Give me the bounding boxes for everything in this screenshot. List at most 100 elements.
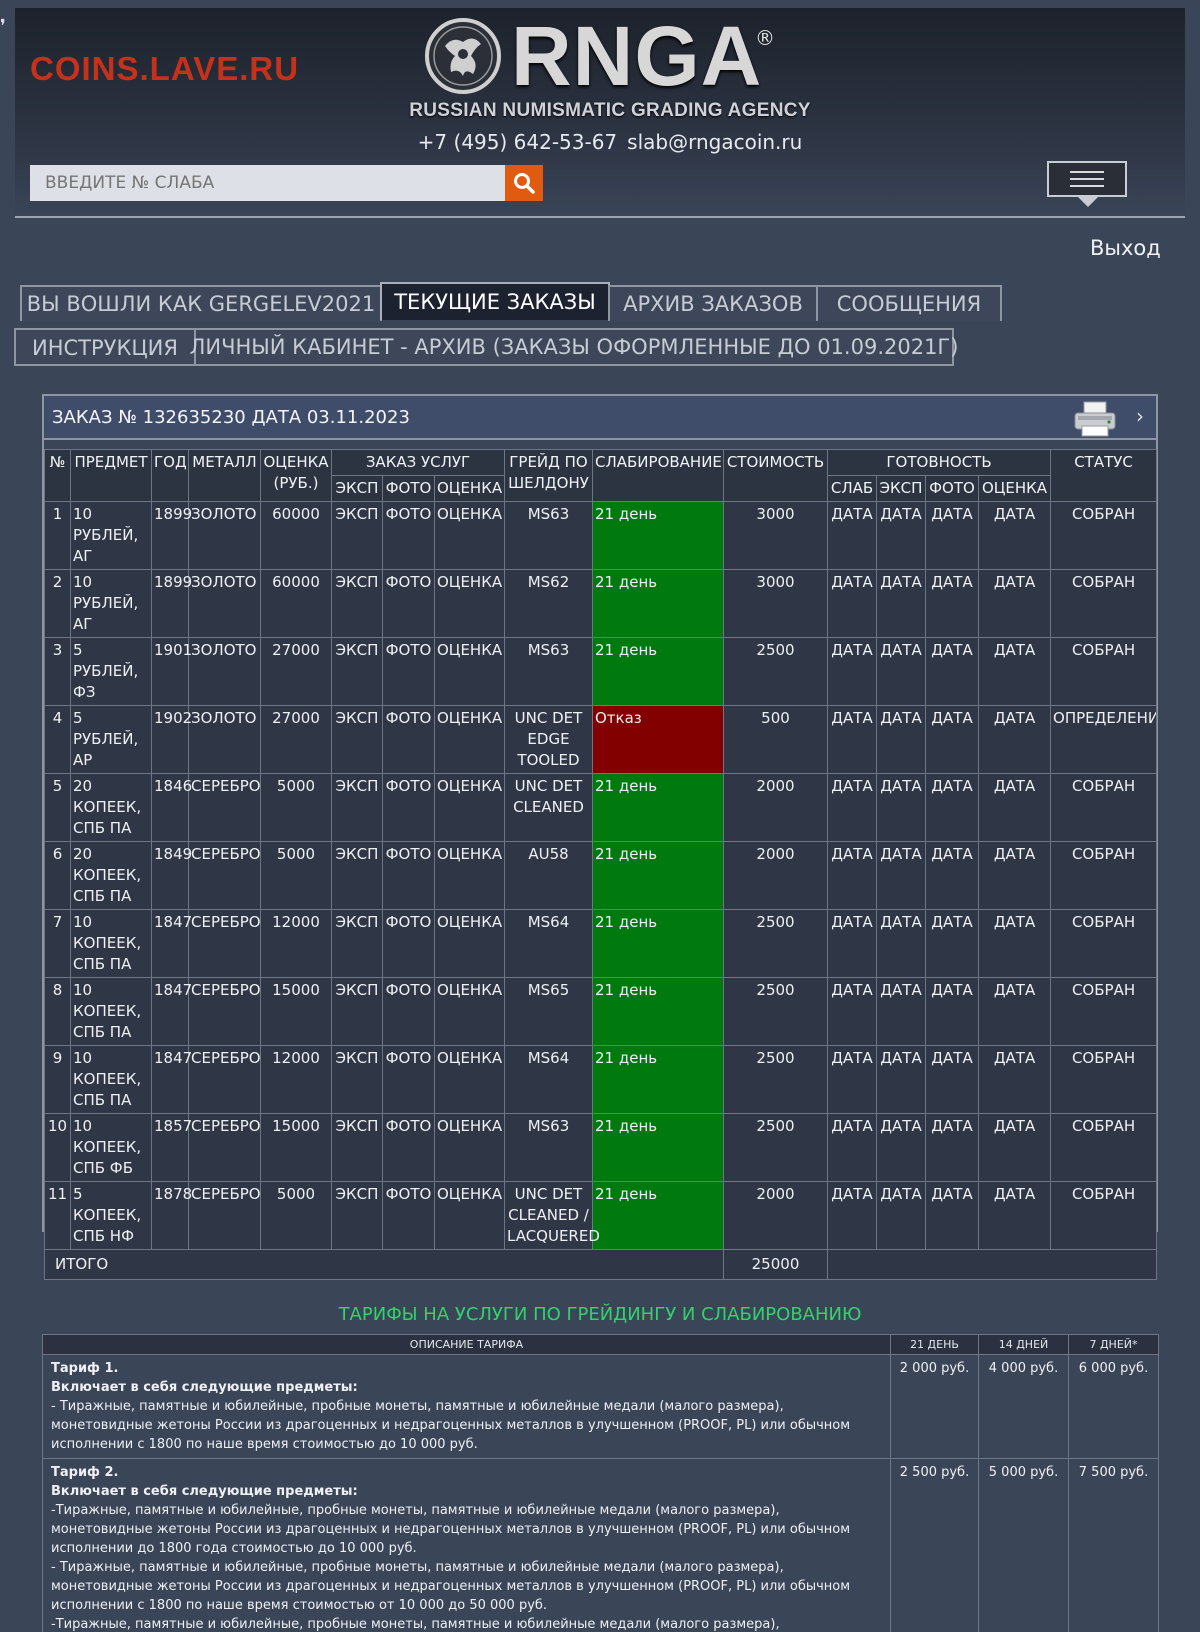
tariff-row: Тариф 1. Включает в себя следующие предме…: [42, 1354, 1159, 1459]
cell-item: 10 КОПЕЕК, СПБ ПА: [70, 1045, 152, 1114]
tab-logged-in-as[interactable]: ВЫ ВОШЛИ КАК GERGELEV2021: [20, 285, 382, 321]
tariff-line: -Тиражные, памятные и юбилейные, пробные…: [51, 1617, 780, 1632]
cell-svc-exp: ЭКСП: [331, 637, 383, 706]
menu-arrow-icon: [1078, 197, 1098, 207]
cell-metal: ЗОЛОТО: [188, 637, 261, 706]
col-rd-photo: ФОТО: [925, 475, 979, 502]
tab-divider: [14, 364, 196, 366]
cell-rd-photo: ДАТА: [925, 773, 979, 842]
tariffs-body: Тариф 1. Включает в себя следующие предме…: [42, 1354, 1159, 1632]
cell-metal: СЕРЕБРО: [188, 977, 261, 1046]
cell-svc-exp: ЭКСП: [331, 705, 383, 774]
cell-slabbing: 21 день: [592, 569, 724, 638]
cell-cost: 2500: [723, 1045, 828, 1114]
cell-svc-exp: ЭКСП: [331, 977, 383, 1046]
cell-rd-exp: ДАТА: [876, 841, 926, 910]
tariff-description: Тариф 1. Включает в себя следующие предме…: [42, 1354, 891, 1459]
cell-item: 10 КОПЕЕК, СПБ ПА: [70, 909, 152, 978]
phone-link[interactable]: +7 (495) 642-53-67: [418, 130, 617, 154]
cell-year: 1878: [151, 1181, 192, 1250]
logout-link[interactable]: Выход: [1090, 236, 1161, 260]
tariffs-header-row: ОПИСАНИЕ ТАРИФА 21 ДЕНЬ 14 ДНЕЙ 7 ДНЕЙ*: [42, 1334, 1159, 1355]
cell-rd-slab: ДАТА: [827, 1045, 877, 1114]
cell-status: СОБРАН: [1050, 841, 1158, 910]
cell-status: СОБРАН: [1050, 1045, 1158, 1114]
cell-svc-photo: ФОТО: [382, 841, 435, 910]
menu-button[interactable]: [1047, 161, 1127, 197]
cell-svc-photo: ФОТО: [382, 1181, 435, 1250]
cell-slabbing: 21 день: [592, 501, 724, 570]
cell-status: СОБРАН: [1050, 1181, 1158, 1250]
chevron-right-icon[interactable]: ›: [1136, 404, 1144, 428]
cell-grade: MS64: [504, 909, 593, 978]
cell-svc-exp: ЭКСП: [331, 841, 383, 910]
tab-current-orders[interactable]: ТЕКУЩИЕ ЗАКАЗЫ: [380, 282, 610, 320]
cell-item: 10 РУБЛЕЙ, АГ: [70, 569, 152, 638]
cell-estimate: 5000: [260, 1181, 332, 1250]
slab-search-input[interactable]: [30, 165, 506, 201]
cell-svc-est: ОЦЕНКА: [434, 773, 505, 842]
cell-status: СОБРАН: [1050, 637, 1158, 706]
cell-rd-photo: ДАТА: [925, 637, 979, 706]
tab-orders-archive[interactable]: АРХИВ ЗАКАЗОВ: [608, 285, 818, 321]
cell-rd-slab: ДАТА: [827, 773, 877, 842]
cell-svc-est: ОЦЕНКА: [434, 1181, 505, 1250]
col-estimate: ОЦЕНКА (РУБ.): [260, 449, 332, 502]
cell-rd-slab: ДАТА: [827, 501, 877, 570]
col-rd-slab: СЛАБ: [827, 475, 877, 502]
table-row: 8 10 КОПЕЕК, СПБ ПА 1847 СЕРЕБРО 15000 ЭКСП ФО…: [44, 977, 1158, 1046]
col-slabbing: СЛАБИРОВАНИЕ: [592, 449, 724, 502]
cell-estimate: 5000: [260, 773, 332, 842]
cell-rd-est: ДАТА: [977, 773, 1052, 842]
site-tag[interactable]: COINS.LAVE.RU: [30, 50, 299, 88]
cell-metal: ЗОЛОТО: [188, 569, 261, 638]
cell-status: СОБРАН: [1050, 773, 1158, 842]
cell-item: 5 РУБЛЕЙ, ФЗ: [70, 637, 152, 706]
cell-year: 1902: [151, 705, 192, 774]
cell-slabbing: 21 день: [592, 773, 724, 842]
printer-icon[interactable]: [1072, 400, 1118, 438]
registered-mark: ®: [755, 26, 775, 50]
cell-year: 1899: [151, 501, 192, 570]
cell-estimate: 5000: [260, 841, 332, 910]
cell-rd-est: ДАТА: [977, 569, 1052, 638]
tab-messages[interactable]: СООБЩЕНИЯ: [816, 285, 1002, 321]
tab-cabinet-archive[interactable]: ЛИЧНЫЙ КАБИНЕТ - АРХИВ (ЗАКАЗЫ ОФОРМЛЕНН…: [190, 328, 958, 366]
tab-instructions[interactable]: ИНСТРУКЦИЯ: [14, 328, 196, 366]
tariffs-title: ТАРИФЫ НА УСЛУГИ ПО ГРЕЙДИНГУ И СЛАБИРОВ…: [338, 1304, 862, 1325]
cell-svc-est: ОЦЕНКА: [434, 909, 505, 978]
table-row: 7 10 КОПЕЕК, СПБ ПА 1847 СЕРЕБРО 12000 ЭКСП ФО…: [44, 909, 1158, 978]
tariff-price: 6 000 руб.: [1068, 1354, 1159, 1459]
cell-cost: 3000: [723, 569, 828, 638]
orders-body: 1 10 РУБЛЕЙ, АГ 1899 ЗОЛОТО 60000 ЭКСП ФОТО ОЦЕ…: [44, 501, 1158, 1280]
contacts: +7 (495) 642-53-67 slab@rngacoin.ru: [405, 130, 815, 154]
cell-rd-photo: ДАТА: [925, 977, 979, 1046]
cell-rd-est: ДАТА: [977, 705, 1052, 774]
cell-num: 8: [44, 977, 71, 1046]
cell-slabbing: Отказ: [592, 705, 724, 774]
cell-estimate: 27000: [260, 705, 332, 774]
email-link[interactable]: slab@rngacoin.ru: [627, 130, 802, 154]
cell-estimate: 12000: [260, 1045, 332, 1114]
cell-rd-slab: ДАТА: [827, 909, 877, 978]
cell-rd-est: ДАТА: [977, 637, 1052, 706]
corner-mark: ❜: [0, 16, 6, 37]
cell-metal: СЕРЕБРО: [188, 909, 261, 978]
cell-rd-exp: ДАТА: [876, 1045, 926, 1114]
cell-slabbing: 21 день: [592, 1045, 724, 1114]
cell-slabbing: 21 день: [592, 977, 724, 1046]
cell-status: СОБРАН: [1050, 977, 1158, 1046]
cell-grade: MS65: [504, 977, 593, 1046]
cell-item: 10 КОПЕЕК, СПБ ПА: [70, 977, 152, 1046]
cell-status: СОБРАН: [1050, 501, 1158, 570]
logo-text[interactable]: RNGA: [511, 12, 762, 100]
table-row: 1 10 РУБЛЕЙ, АГ 1899 ЗОЛОТО 60000 ЭКСП ФОТО ОЦЕ…: [44, 501, 1158, 570]
tariff-includes: Включает в себя следующие предметы:: [51, 1380, 358, 1395]
cell-cost: 3000: [723, 501, 828, 570]
cell-metal: ЗОЛОТО: [188, 501, 261, 570]
col-num: №: [44, 449, 71, 502]
cell-svc-exp: ЭКСП: [331, 501, 383, 570]
cell-slabbing: 21 день: [592, 841, 724, 910]
cell-rd-photo: ДАТА: [925, 1113, 979, 1182]
search-button[interactable]: [505, 165, 543, 201]
